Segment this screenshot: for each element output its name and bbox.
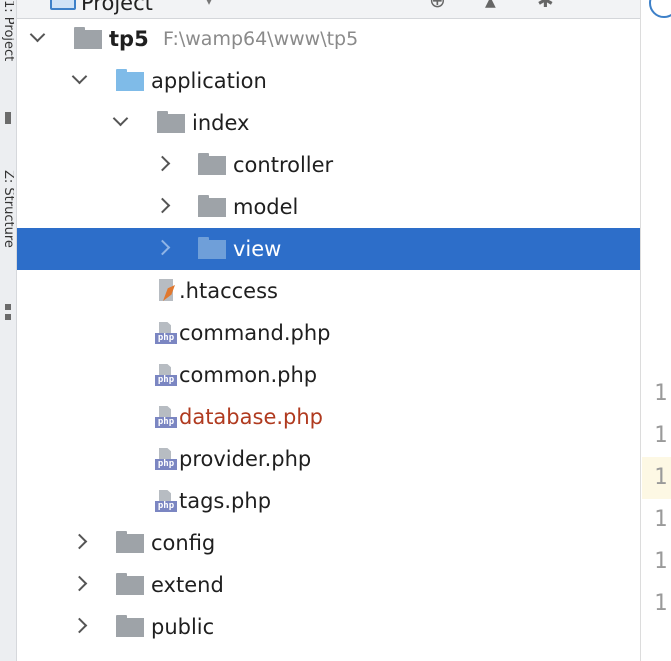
folder-icon <box>198 195 226 217</box>
tree-row-config[interactable]: config <box>17 522 640 564</box>
tree-item-label: controller <box>233 153 334 177</box>
tree-row-database-php[interactable]: php database.php <box>17 396 640 438</box>
tree-row-tp5[interactable]: tp5 F:\wamp64\www\tp5 <box>17 18 640 60</box>
folder-icon <box>116 531 144 553</box>
chevron-right-icon[interactable] <box>71 617 88 634</box>
tool-tab-marker <box>5 304 11 310</box>
tree-row-tags-php[interactable]: php tags.php <box>17 480 640 522</box>
folder-icon <box>198 153 226 175</box>
tree-row-provider-php[interactable]: php provider.php <box>17 438 640 480</box>
chevron-right-icon[interactable] <box>71 575 88 592</box>
line-number: 1 <box>654 465 668 490</box>
php-badge: php <box>155 417 177 428</box>
chevron-right-icon[interactable] <box>71 533 88 550</box>
chevron-down-icon[interactable] <box>29 26 46 43</box>
tree-item-label: tags.php <box>179 489 272 513</box>
tree-item-label: public <box>151 615 215 639</box>
tree-row-extend[interactable]: extend <box>17 564 640 606</box>
chevron-right-icon[interactable] <box>154 239 171 256</box>
php-badge: php <box>155 501 177 512</box>
tree-row-view[interactable]: view <box>17 228 640 270</box>
project-path: F:\wamp64\www\tp5 <box>163 28 359 50</box>
line-number: 1 <box>654 423 668 448</box>
tree-item-label: extend <box>151 573 224 597</box>
chevron-right-icon[interactable] <box>154 155 171 172</box>
folder-icon <box>116 573 144 595</box>
dropdown-caret-icon[interactable]: ▾ <box>205 0 213 9</box>
tree-item-label: config <box>151 531 216 555</box>
editor-tab-icon <box>649 0 671 18</box>
php-file-icon: php <box>155 406 177 430</box>
locate-target-icon[interactable]: ⊕ <box>429 0 446 12</box>
tree-row-controller[interactable]: controller <box>17 144 640 186</box>
project-view-icon <box>50 0 76 10</box>
project-tree: tp5 F:\wamp64\www\tp5 application index cont… <box>17 18 640 661</box>
tree-row-application[interactable]: application <box>17 60 640 102</box>
php-file-icon: php <box>155 448 177 472</box>
php-file-icon: php <box>155 490 177 514</box>
line-number: 1 <box>654 549 668 574</box>
php-badge: php <box>155 333 177 344</box>
tree-row-command-php[interactable]: php command.php <box>17 312 640 354</box>
folder-icon <box>116 615 144 637</box>
php-badge: php <box>155 459 177 470</box>
tree-row-common-php[interactable]: php common.php <box>17 354 640 396</box>
htaccess-file-icon <box>155 279 177 303</box>
collapse-all-icon[interactable]: ▲ <box>485 0 496 10</box>
tree-item-label: common.php <box>179 363 318 387</box>
file-sheet-icon <box>159 406 171 417</box>
tree-item-label: command.php <box>179 321 331 345</box>
tree-item-label: database.php <box>179 405 324 429</box>
tree-row-public[interactable]: public <box>17 606 640 648</box>
project-view-selector[interactable]: Project <box>81 0 153 15</box>
tool-tab-marker <box>5 112 11 124</box>
tree-item-label: index <box>192 111 250 135</box>
settings-gear-icon[interactable]: ✱ <box>537 0 554 12</box>
file-sheet-icon <box>159 490 171 501</box>
tree-item-label: .htaccess <box>179 279 278 303</box>
structure-tool-tab[interactable]: Z: Structure <box>2 170 14 300</box>
chevron-down-icon[interactable] <box>112 110 129 127</box>
file-sheet-icon <box>159 322 171 333</box>
line-number: 1 <box>654 507 668 532</box>
tree-item-label: view <box>233 237 282 261</box>
editor-gutter: 1 1 1 1 1 1 <box>640 0 671 661</box>
project-tool-tab[interactable]: 1: Project <box>2 0 14 110</box>
folder-icon <box>116 69 144 91</box>
file-sheet-icon <box>159 364 171 375</box>
tree-item-label: provider.php <box>179 447 312 471</box>
project-panel-header: Project ▾ ⊕ ▲ ✱ <box>17 0 640 19</box>
chevron-down-icon[interactable] <box>71 68 88 85</box>
tree-row-htaccess[interactable]: .htaccess <box>17 270 640 312</box>
tree-item-label: model <box>233 195 299 219</box>
php-badge: php <box>155 375 177 386</box>
php-file-icon: php <box>155 364 177 388</box>
tree-item-label: application <box>151 69 267 93</box>
tree-row-index[interactable]: index <box>17 102 640 144</box>
folder-icon <box>157 111 185 133</box>
tool-tab-marker <box>5 314 11 320</box>
tree-row-model[interactable]: model <box>17 186 640 228</box>
folder-icon <box>198 237 226 259</box>
folder-icon <box>74 27 102 49</box>
tree-item-label: tp5 <box>109 27 149 51</box>
line-number: 1 <box>654 381 668 406</box>
chevron-right-icon[interactable] <box>154 197 171 214</box>
tool-window-strip: 1: Project Z: Structure <box>0 0 17 661</box>
php-file-icon: php <box>155 322 177 346</box>
line-number: 1 <box>654 591 668 616</box>
file-sheet-icon <box>159 448 171 459</box>
